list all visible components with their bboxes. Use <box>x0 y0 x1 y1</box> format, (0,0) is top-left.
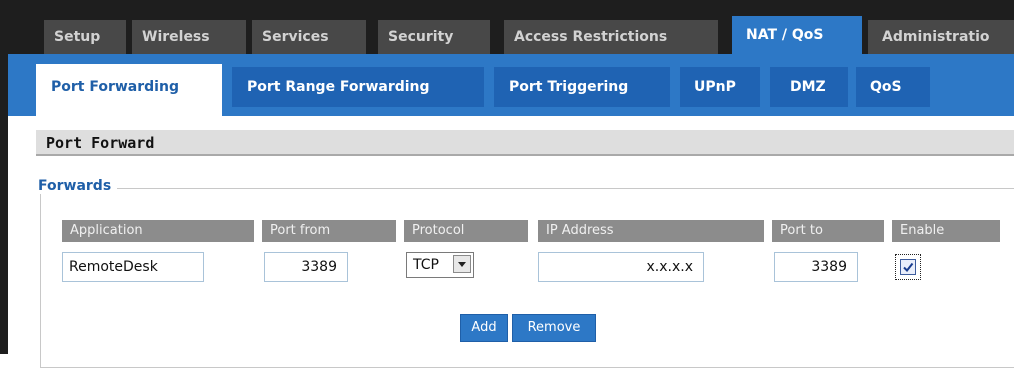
subtab-port-triggering[interactable]: Port Triggering <box>494 67 670 107</box>
remove-button[interactable]: Remove <box>512 314 596 342</box>
tab-wireless[interactable]: Wireless <box>132 20 246 54</box>
window-left-edge <box>0 0 8 354</box>
section-header <box>36 130 1014 156</box>
page-title: Port Forward <box>46 134 155 152</box>
subtab-upnp[interactable]: UPnP <box>680 67 760 107</box>
subtab-qos[interactable]: QoS <box>856 67 930 107</box>
ip-address-input[interactable]: x.x.x.x <box>538 252 704 282</box>
tab-security[interactable]: Security <box>378 20 490 54</box>
application-input[interactable]: RemoteDesk <box>62 252 204 282</box>
protocol-value: TCP <box>413 257 439 273</box>
forwards-legend: Forwards <box>34 178 118 194</box>
tab-setup[interactable]: Setup <box>44 20 126 54</box>
tab-nat-qos[interactable]: NAT / QoS <box>732 16 862 56</box>
col-header-port-to: Port to <box>772 220 884 242</box>
col-header-application: Application <box>62 220 254 242</box>
add-button[interactable]: Add <box>460 314 508 342</box>
col-header-ip-address: IP Address <box>538 220 764 242</box>
subtab-port-forwarding[interactable]: Port Forwarding <box>36 64 222 116</box>
col-header-enable: Enable <box>892 220 1000 242</box>
subtab-port-range-forwarding[interactable]: Port Range Forwarding <box>232 67 484 107</box>
port-from-input[interactable]: 3389 <box>264 252 348 282</box>
subtab-dmz[interactable]: DMZ <box>770 67 848 107</box>
col-header-port-from: Port from <box>262 220 396 242</box>
col-header-protocol: Protocol <box>404 220 528 242</box>
tab-access-restrictions[interactable]: Access Restrictions <box>504 20 718 54</box>
port-to-input[interactable]: 3389 <box>774 252 858 282</box>
chevron-down-icon[interactable] <box>453 255 471 273</box>
tab-administration[interactable]: Administratio <box>868 20 1014 54</box>
enable-checkbox[interactable] <box>895 254 921 280</box>
tab-services[interactable]: Services <box>252 20 366 54</box>
protocol-select[interactable]: TCP <box>406 252 474 278</box>
checkmark-icon <box>900 259 916 275</box>
